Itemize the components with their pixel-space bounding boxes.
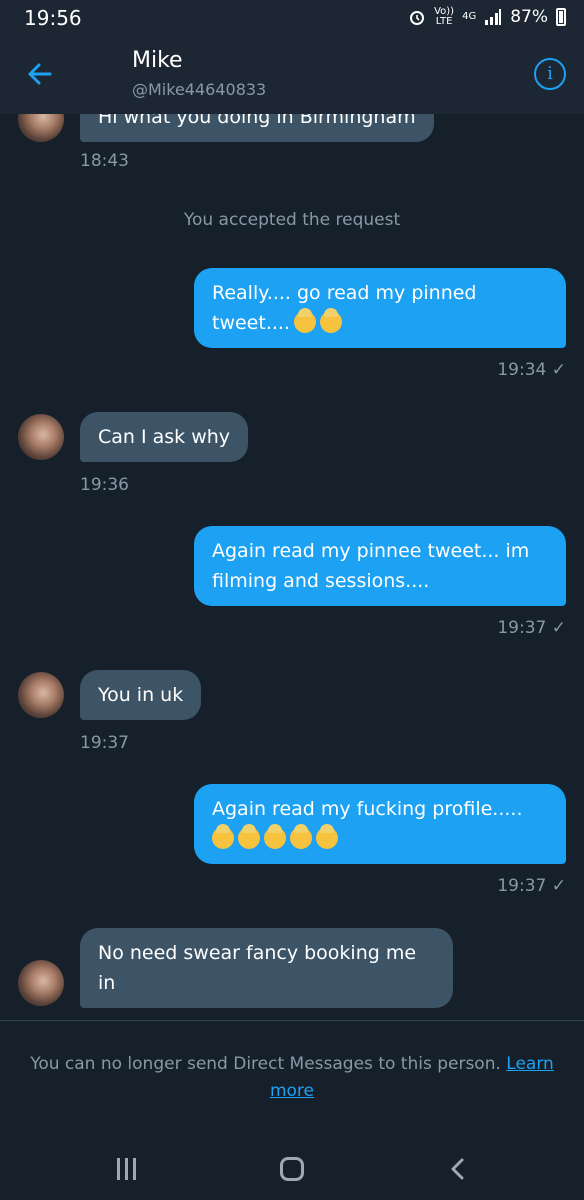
incoming-message: Can I ask why (80, 412, 249, 462)
avatar[interactable] (18, 114, 64, 142)
volte-indicator: Vo)) LTE (434, 6, 455, 27)
system-nav-bar (0, 1132, 584, 1200)
avatar[interactable] (18, 414, 64, 460)
home-icon[interactable] (280, 1157, 304, 1181)
conversation-header: Mike @Mike44640833 i (0, 36, 584, 114)
dm-disabled-notice: You can no longer send Direct Messages t… (30, 1054, 554, 1101)
message-time: 18:43 (80, 151, 129, 171)
facepalm-emoji (212, 824, 234, 849)
back-chevron-icon[interactable] (446, 1156, 472, 1182)
battery-percent: 87% (510, 7, 548, 27)
request-accepted-notice: You accepted the request (183, 210, 401, 230)
message-time: 19:37 (80, 733, 129, 753)
incoming-message: Hi what you doing in Birmingham (80, 114, 434, 142)
contact-name[interactable]: Mike (132, 48, 183, 73)
incoming-message: You in uk (80, 670, 202, 720)
facepalm-emoji (290, 824, 312, 849)
facepalm-emoji (319, 308, 342, 333)
status-icons: Vo)) LTE 4G 87% (408, 7, 566, 27)
facepalm-emoji (316, 824, 338, 849)
message-time: 19:37 ✓ (497, 618, 566, 638)
network-type: 4G (462, 11, 477, 22)
back-arrow-icon[interactable] (22, 56, 58, 92)
outgoing-message: Again read my fucking profile..... (194, 784, 566, 864)
info-icon[interactable]: i (534, 58, 566, 90)
status-time: 19:56 (24, 6, 82, 30)
facepalm-emoji (238, 824, 260, 849)
contact-handle[interactable]: @Mike44640833 (132, 80, 266, 99)
status-bar: 19:56 Vo)) LTE 4G 87% (0, 0, 584, 36)
message-thread[interactable]: Hi what you doing in Birmingham 18:43 Yo… (0, 114, 584, 1020)
outgoing-message: Really.... go read my pinned tweet.... (194, 268, 566, 348)
message-time: 19:37 ✓ (497, 876, 566, 896)
battery-icon (556, 8, 566, 26)
facepalm-emoji (264, 824, 286, 849)
avatar[interactable] (18, 960, 64, 1006)
incoming-message: No need swear fancy booking me in (80, 928, 453, 1008)
alarm-icon (410, 11, 425, 25)
recents-icon[interactable] (113, 1158, 141, 1180)
message-time: 19:36 (80, 475, 129, 495)
dm-disabled-footer: You can no longer send Direct Messages t… (0, 1020, 584, 1133)
message-time: 19:34 ✓ (497, 360, 566, 380)
avatar[interactable] (18, 672, 64, 718)
outgoing-message: Again read my pinnee tweet... im filming… (194, 526, 566, 606)
signal-icon (485, 9, 502, 25)
facepalm-emoji (293, 308, 316, 333)
